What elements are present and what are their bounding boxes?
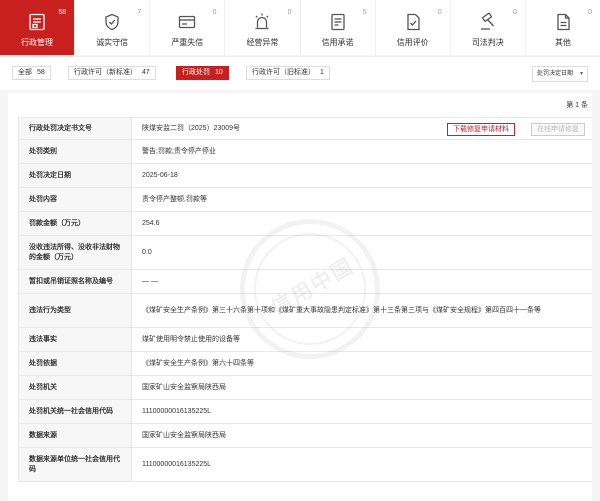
gavel-icon [477,11,499,33]
filter-label: 全部 [18,69,32,76]
tab-credit-evaluation[interactable]: 信用评价 0 [376,0,451,55]
tab-other[interactable]: 其他 0 [526,0,600,55]
tab-count: 0 [588,9,592,16]
penalty-detail-table: 行政处罚决定书文号 陕煤安监二罚（2025）23009号 下载修复申请材料 在线… [18,117,592,482]
tab-label: 其他 [554,38,571,47]
table-row: 暂扣或吊销证照名称及编号 — — [18,269,592,294]
row-value: 国家矿山安全监察局陕西局 [131,375,592,400]
row-value: 2025-06-18 [131,163,592,188]
tab-count: 0 [287,9,292,16]
row-key: 违法行为类型 [18,293,132,328]
filter-label: 行政处罚 [182,69,210,76]
row-value: 254.6 [131,211,592,236]
filter-count: 47 [142,69,150,76]
other-icon [552,11,574,33]
tab-label: 行政管理 [21,38,54,47]
row-key: 罚款金额（万元） [18,211,132,236]
row-value: 国家矿山安全监察局陕西局 [131,423,592,448]
commitment-doc-icon [327,11,349,33]
table-row: 处罚决定日期 2025-06-18 [18,163,592,188]
row-value: 《煤矿安全生产条例》第六十四条等 [131,351,592,376]
filter-all[interactable]: 全部 58 [12,66,51,80]
row-key: 行政处罚决定书文号 [18,117,132,140]
row-key: 处罚机关统一社会信用代码 [18,399,132,424]
row-value: 煤矿使用明令禁止使用的设备等 [131,327,592,352]
row-value: 11100000016135225L [131,447,592,482]
download-repair-materials-button[interactable]: 下载修复申请材料 [447,123,515,136]
filter-bar: 全部 58 行政许可（新标准） 47 行政处罚 10 行政许可（旧标准） 1 处罚决定日… [0,56,600,90]
row-value: 警告;罚款;责令停产停业 [131,139,592,164]
tab-serious-dishonesty[interactable]: 严重失信 0 [150,0,226,55]
tab-count: 0 [512,9,517,16]
tab-label: 经营异常 [246,38,279,47]
table-row: 处罚机关统一社会信用代码 11100000016135225L [18,399,592,424]
dishonesty-card-icon [176,11,198,33]
table-row: 数据来源 国家矿山安全监察局陕西局 [18,423,592,448]
row-key: 处罚依据 [18,351,132,376]
table-row: 处罚依据 《煤矿安全生产条例》第六十四条等 [18,351,592,376]
row-key: 处罚类别 [18,139,132,164]
online-repair-application-button[interactable]: 在线申请修复 [531,123,585,136]
filter-admin-penalty[interactable]: 行政处罚 10 [176,66,229,80]
tab-honesty[interactable]: 诚实守信 7 [75,0,151,55]
tab-judicial-judgment[interactable]: 司法判决 0 [451,0,526,55]
tab-label: 信用承诺 [321,38,354,47]
row-key: 数据来源单位统一社会信用代码 [18,447,132,482]
row-value: 11100000016135225L [131,399,592,424]
tab-count: 58 [58,9,67,16]
tab-admin-management[interactable]: 行政管理 58 [0,0,76,55]
filter-count: 1 [320,69,324,76]
row-key: 违法事实 [18,327,132,352]
row-key: 处罚机关 [18,375,132,400]
table-row: 处罚内容 责令停产整顿,罚款等 [18,187,592,212]
table-row: 处罚类别 警告;罚款;责令停产停业 [18,139,592,164]
tab-count: 0 [212,9,217,16]
row-key: 暂扣或吊销证照名称及编号 [18,269,132,294]
category-tabs: 行政管理 58 诚实守信 7 严重失信 0 经营异常 0 信用承诺 5 信用评价 [0,0,600,55]
tab-count: 7 [137,9,142,16]
table-row: 罚款金额（万元） 254.6 [18,211,592,236]
row-value-cell: 陕煤安监二罚（2025）23009号 下载修复申请材料 在线申请修复 [131,117,592,140]
row-key: 数据来源 [18,423,132,448]
row-value: 陕煤安监二罚（2025）23009号 [142,125,241,132]
filter-count: 58 [37,69,45,76]
sort-select[interactable]: 处罚决定日期 ▾ [532,66,588,82]
row-value: — — [131,269,592,294]
alarm-light-icon [251,11,273,33]
table-row: 数据来源单位统一社会信用代码 11100000016135225L [18,447,592,482]
tab-count: 5 [362,9,367,16]
tab-label: 诚实守信 [96,38,129,47]
trust-shield-icon [101,11,123,33]
row-key: 处罚决定日期 [18,163,132,188]
filter-admin-license-old[interactable]: 行政许可（旧标准） 1 [246,66,330,80]
admin-icon [26,11,48,33]
sort-select-value: 处罚决定日期 [537,71,574,77]
tab-label: 严重失信 [171,38,204,47]
filter-count: 10 [215,69,223,76]
filter-admin-license-new[interactable]: 行政许可（新标准） 47 [68,66,156,80]
row-value: 《煤矿安全生产条例》第三十六条第十项和《煤矿重大事故隐患判定标准》第十三条第三项… [131,293,592,328]
table-row: 违法事实 煤矿使用明令禁止使用的设备等 [18,327,592,352]
row-value: 责令停产整顿,罚款等 [131,187,592,212]
row-key: 处罚内容 [18,187,132,212]
tab-credit-commitment[interactable]: 信用承诺 5 [301,0,376,55]
page-count: 第 1 条 [566,102,588,109]
table-row: 行政处罚决定书文号 陕煤安监二罚（2025）23009号 下载修复申请材料 在线… [18,117,592,140]
chevron-down-icon: ▾ [579,71,583,77]
evaluation-doc-icon [402,11,424,33]
filter-label: 行政许可（旧标准） [252,69,315,76]
tab-count: 0 [437,9,442,16]
table-row: 违法行为类型 《煤矿安全生产条例》第三十六条第十项和《煤矿重大事故隐患判定标准》… [18,293,592,328]
tab-label: 司法判决 [471,38,504,47]
row-key: 没收违法所得、没收非法财物的金额（万元） [18,235,132,270]
row-value: 0.0 [131,235,592,270]
table-row: 没收违法所得、没收非法财物的金额（万元） 0.0 [18,235,592,270]
filter-label: 行政许可（新标准） [74,69,137,76]
tab-label: 信用评价 [396,38,429,47]
table-row: 处罚机关 国家矿山安全监察局陕西局 [18,375,592,400]
record-panel: 第 1 条 行政处罚决定书文号 陕煤安监二罚（2025）23009号 下载修复申… [8,93,592,501]
tab-abnormal-operation[interactable]: 经营异常 0 [225,0,301,55]
